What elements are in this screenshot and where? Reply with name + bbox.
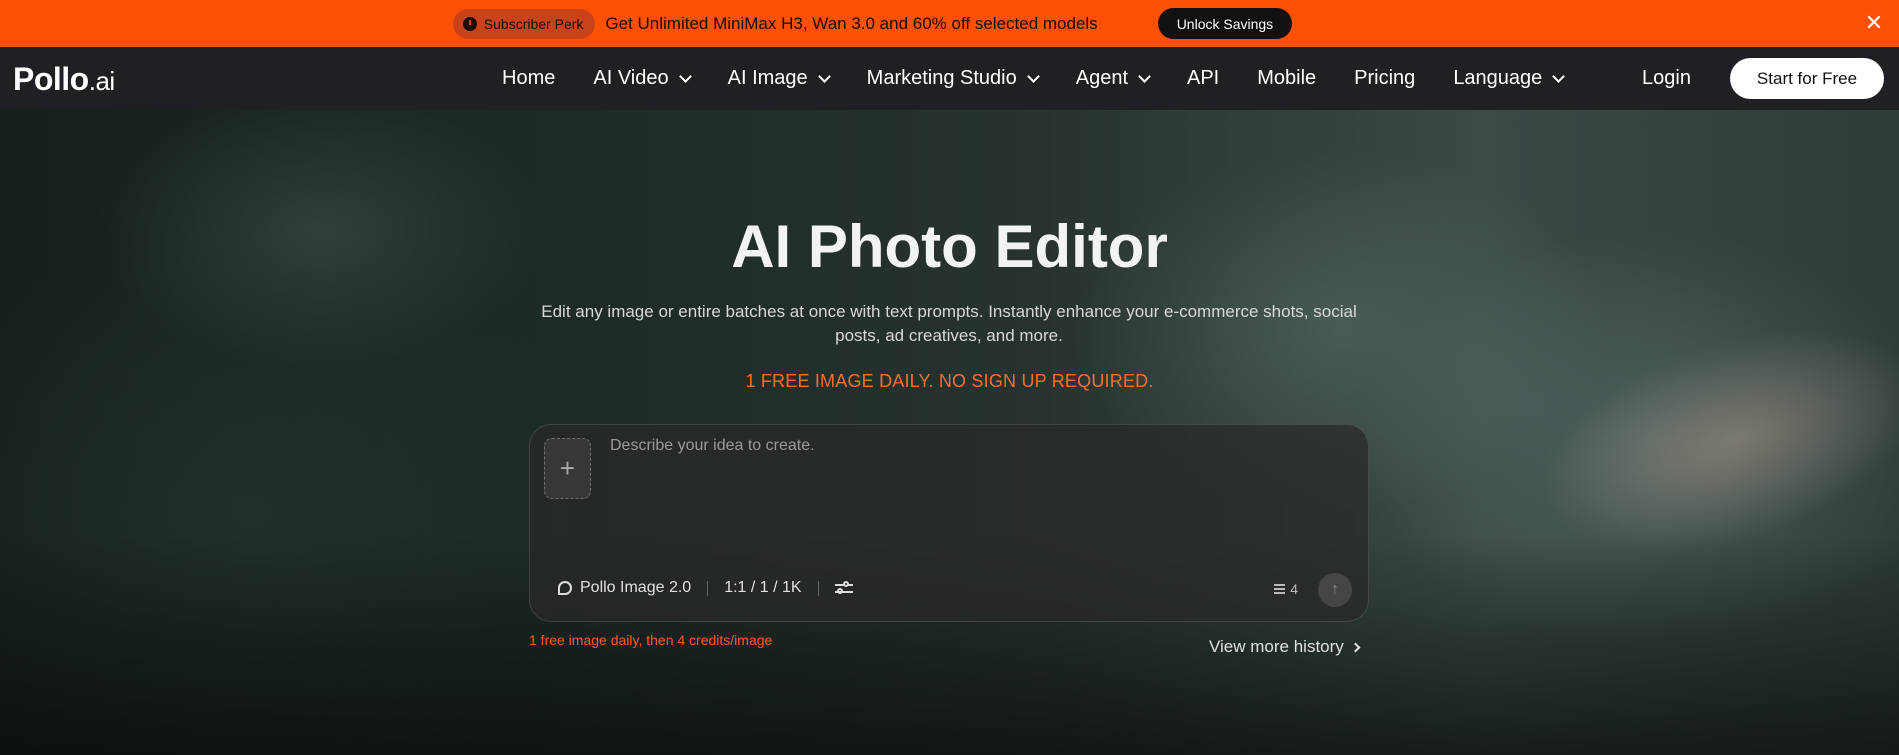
send-button[interactable]: ↑ [1318,573,1352,607]
chevron-down-icon [1138,69,1151,83]
history-label: View more history [1209,637,1344,656]
chevron-down-icon [1026,69,1040,83]
promo-banner: Subscriber Perk Get Unlimited MiniMax H3… [0,0,1899,47]
chevron-down-icon [1552,69,1566,83]
chevron-down-icon [678,69,692,83]
model-icon [558,581,572,595]
nav-item-language[interactable]: Language [1453,67,1566,90]
nav-item-label: AI Video [593,67,669,89]
nav-item-pricing[interactable]: Pricing [1354,67,1415,90]
close-icon[interactable]: ✕ [1861,10,1887,36]
credits-hint: 1 free image daily, then 4 credits/image [529,632,773,648]
promo-text: Get Unlimited MiniMax H3, Wan 3.0 and 60… [605,13,1098,33]
hero-section: AI Photo Editor Edit any image or entire… [0,110,1899,755]
nav-item-ai-video[interactable]: AI Video [593,67,692,90]
divider [707,580,709,596]
nav-links: Home AI Video AI Image Marketing Studio Agen… [502,47,1601,110]
login-link[interactable]: Login [1642,67,1691,90]
prompt-toolbar: Pollo Image 2.0 1:1 / 1 / 1K [558,573,853,603]
chevron-down-icon [817,69,831,83]
chevron-right-icon [1350,642,1361,652]
image-settings-selector[interactable]: 1:1 / 1 / 1K [724,579,801,597]
top-nav: Pollo.ai Home AI Video AI Image Marketing S… [0,47,1899,110]
nav-item-ai-image[interactable]: AI Image [727,67,831,90]
credit-count: 4 [1290,581,1298,597]
prompt-input[interactable] [610,437,1350,537]
unlock-savings-button[interactable]: Unlock Savings [1157,8,1293,39]
subscriber-perk-badge: Subscriber Perk [452,8,596,39]
logo-main: Pollo [13,61,89,97]
nav-item-api[interactable]: API [1187,67,1219,90]
clock-icon [462,16,477,31]
logo-suffix: .ai [88,66,115,96]
nav-item-marketing-studio[interactable]: Marketing Studio [866,67,1040,90]
start-for-free-button[interactable]: Start for Free [1730,58,1884,99]
nav-item-label: Pricing [1354,67,1416,89]
credit-cost: 4 [1274,581,1298,597]
nav-item-mobile[interactable]: Mobile [1257,67,1316,90]
nav-item-label: AI Image [727,67,808,89]
view-history-link[interactable]: View more history [1209,637,1361,657]
model-selector[interactable]: Pollo Image 2.0 [580,579,691,597]
plus-icon: + [559,453,576,483]
page-title: AI Photo Editor [731,213,1168,280]
nav-item-home[interactable]: Home [502,67,555,90]
logo[interactable]: Pollo.ai [13,61,115,98]
perk-label: Subscriber Perk [483,15,584,32]
nav-item-label: Marketing Studio [866,67,1017,89]
nav-item-label: API [1187,67,1220,89]
nav-item-label: Agent [1075,67,1128,89]
add-image-button[interactable]: + [544,438,591,499]
free-offer-text: 1 FREE IMAGE DAILY. NO SIGN UP REQUIRED. [745,371,1154,391]
nav-item-label: Home [502,67,556,89]
prompt-box: + Pollo Image 2.0 1:1 / 1 / 1K 4 ↑ [529,424,1369,622]
nav-item-agent[interactable]: Agent [1075,67,1151,90]
credits-icon [1274,584,1286,594]
page-subtitle: Edit any image or entire batches at once… [541,302,1357,345]
settings-sliders-icon[interactable] [834,580,853,596]
nav-item-label: Language [1453,67,1543,89]
divider [817,580,819,596]
nav-item-label: Mobile [1257,67,1317,89]
